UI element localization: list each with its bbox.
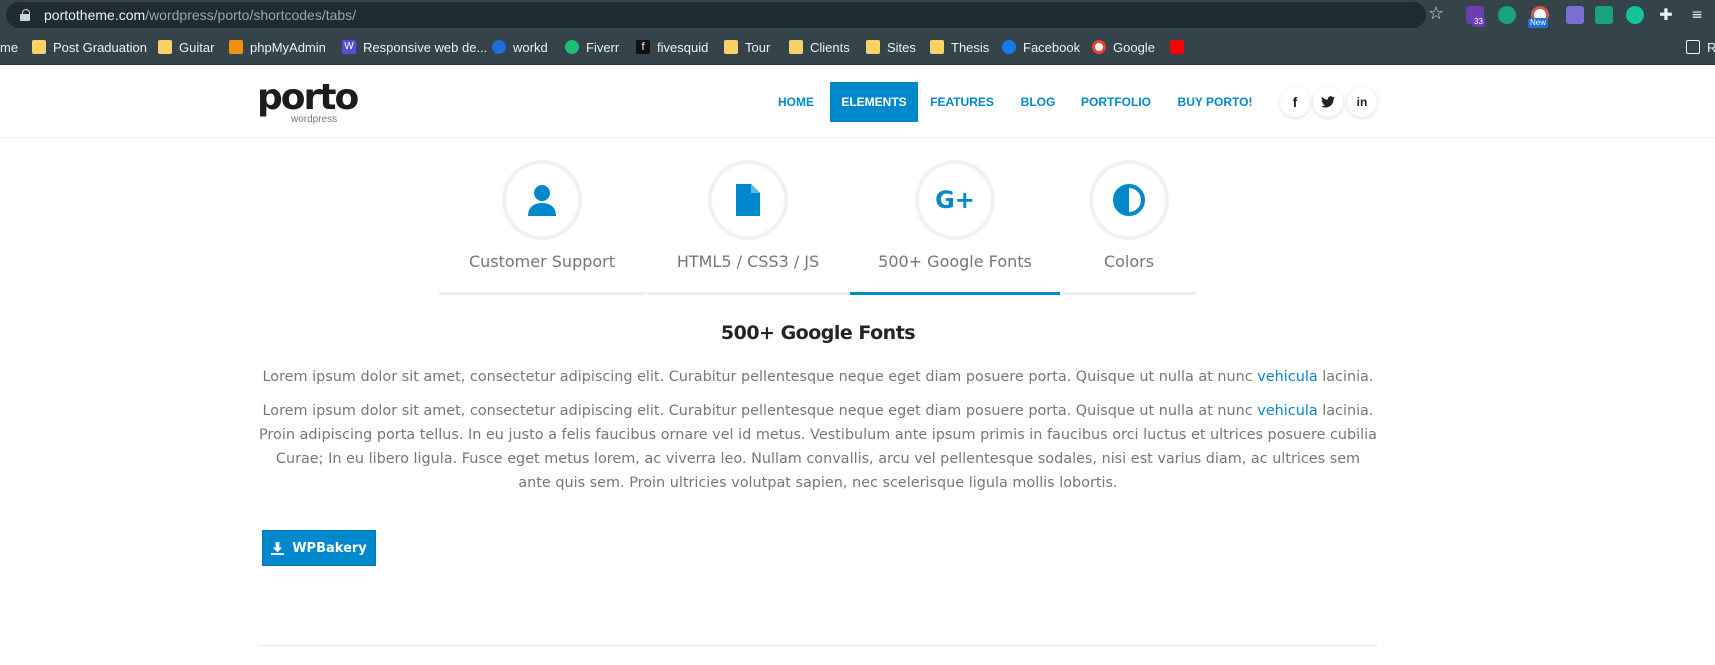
media-playlist-icon[interactable]: ≡ xyxy=(1688,6,1706,24)
extension-sync-icon[interactable] xyxy=(1498,6,1516,24)
check-icon xyxy=(492,40,506,54)
nav-portfolio[interactable]: PORTFOLIO xyxy=(1078,82,1154,122)
bookmark-guitar[interactable]: Guitar xyxy=(158,38,214,56)
browser-toolbar: portotheme.com/wordpress/porto/shortcode… xyxy=(0,0,1715,30)
folder-icon xyxy=(158,40,172,54)
logo[interactable]: porto wordpress xyxy=(257,80,359,126)
extension-tool-icon[interactable] xyxy=(1566,6,1584,24)
nav-buy-porto[interactable]: BUY PORTO! xyxy=(1174,82,1256,122)
w-icon: W xyxy=(342,40,356,54)
adjust-icon xyxy=(1089,160,1169,240)
tab-label: Customer Support xyxy=(468,252,616,271)
lock-icon xyxy=(20,9,30,21)
nav-home[interactable]: HOME xyxy=(768,82,824,122)
bookmark-star-icon[interactable]: ☆ xyxy=(1428,4,1444,24)
folder-icon xyxy=(789,40,803,54)
file-icon xyxy=(708,160,788,240)
nav-features[interactable]: FEATURES xyxy=(928,82,996,122)
bookmark-responsive-web[interactable]: W Responsive web de... xyxy=(342,38,487,56)
tab-customer-support[interactable]: Customer Support xyxy=(439,160,645,295)
paragraph-2: Lorem ipsum dolor sit amet, consectetur … xyxy=(259,403,1377,491)
extension-badge: 33 xyxy=(1472,17,1485,27)
extensions-puzzle-icon[interactable]: ✚ xyxy=(1657,6,1675,24)
bookmark-tour[interactable]: Tour xyxy=(724,38,770,56)
download-icon xyxy=(271,541,285,555)
twitter-social-icon[interactable] xyxy=(1313,87,1343,117)
tab-google-fonts[interactable]: G+ 500+ Google Fonts xyxy=(850,160,1060,295)
tab-html5-css3-js[interactable]: HTML5 / CSS3 / JS xyxy=(647,160,849,295)
google-icon xyxy=(1092,40,1106,54)
address-bar[interactable]: portotheme.com/wordpress/porto/shortcode… xyxy=(6,2,1426,28)
tab-underline-active xyxy=(850,292,1060,295)
vehicula-link[interactable]: vehicula xyxy=(1257,403,1317,419)
paragraph-1: Lorem ipsum dolor sit amet, consectetur … xyxy=(262,369,1374,385)
site-header: porto wordpress HOME ELEMENTS FEATURES B… xyxy=(0,65,1715,138)
folder-icon xyxy=(724,40,738,54)
bookmark-post-graduation[interactable]: Post Graduation xyxy=(32,38,147,56)
bookmark-me[interactable]: me xyxy=(0,38,18,56)
f-icon: f xyxy=(636,40,650,54)
folder-icon xyxy=(32,40,46,54)
extension-bird-icon[interactable] xyxy=(1595,6,1613,24)
facebook-icon xyxy=(1002,40,1016,54)
youtube-icon xyxy=(1170,40,1184,54)
bookmark-facebook[interactable]: Facebook xyxy=(1002,38,1080,56)
bookmark-fiverr[interactable]: Fiverr xyxy=(565,38,619,56)
tab-underline xyxy=(647,292,849,295)
tab-content-title: 500+ Google Fonts xyxy=(720,322,916,344)
bookmark-sites[interactable]: Sites xyxy=(866,38,916,56)
grammarly-icon[interactable] xyxy=(1626,6,1644,24)
url-text[interactable]: portotheme.com/wordpress/porto/shortcode… xyxy=(44,7,356,23)
tab-underline xyxy=(439,292,645,295)
phpmyadmin-icon xyxy=(229,40,243,54)
vehicula-link[interactable]: vehicula xyxy=(1257,369,1317,385)
linkedin-social-icon[interactable]: in xyxy=(1347,87,1377,117)
bookmark-youtube[interactable] xyxy=(1170,38,1191,56)
section-divider xyxy=(258,645,1378,646)
tab-underline xyxy=(1062,292,1196,295)
reading-list[interactable]: R xyxy=(1686,38,1715,56)
wpbakery-button[interactable]: WPBakery xyxy=(262,530,376,566)
user-icon xyxy=(502,160,582,240)
bookmark-clients[interactable]: Clients xyxy=(789,38,850,56)
tab-colors[interactable]: Colors xyxy=(1062,160,1196,295)
bookmark-thesis[interactable]: Thesis xyxy=(930,38,989,56)
folder-icon xyxy=(866,40,880,54)
reading-list-icon xyxy=(1686,40,1700,54)
nav-blog[interactable]: BLOG xyxy=(1016,82,1060,122)
tab-label: 500+ Google Fonts xyxy=(878,252,1032,271)
bookmark-google[interactable]: Google xyxy=(1092,38,1155,56)
bookmark-fivesquid[interactable]: f fivesquid xyxy=(636,38,708,56)
bookmarks-bar: me Post Graduation Guitar phpMyAdmin W Re… xyxy=(0,30,1715,65)
tab-label: Colors xyxy=(1103,252,1155,271)
folder-icon xyxy=(930,40,944,54)
extension-new-badge: New xyxy=(1528,18,1549,28)
nav-elements[interactable]: ELEMENTS xyxy=(830,82,918,122)
facebook-social-icon[interactable]: f xyxy=(1280,87,1310,117)
bookmark-phpmyadmin[interactable]: phpMyAdmin xyxy=(229,38,326,56)
fiverr-icon xyxy=(565,40,579,54)
google-plus-icon: G+ xyxy=(915,160,995,240)
tab-label: HTML5 / CSS3 / JS xyxy=(676,252,820,271)
bookmark-workd[interactable]: workd xyxy=(492,38,548,56)
